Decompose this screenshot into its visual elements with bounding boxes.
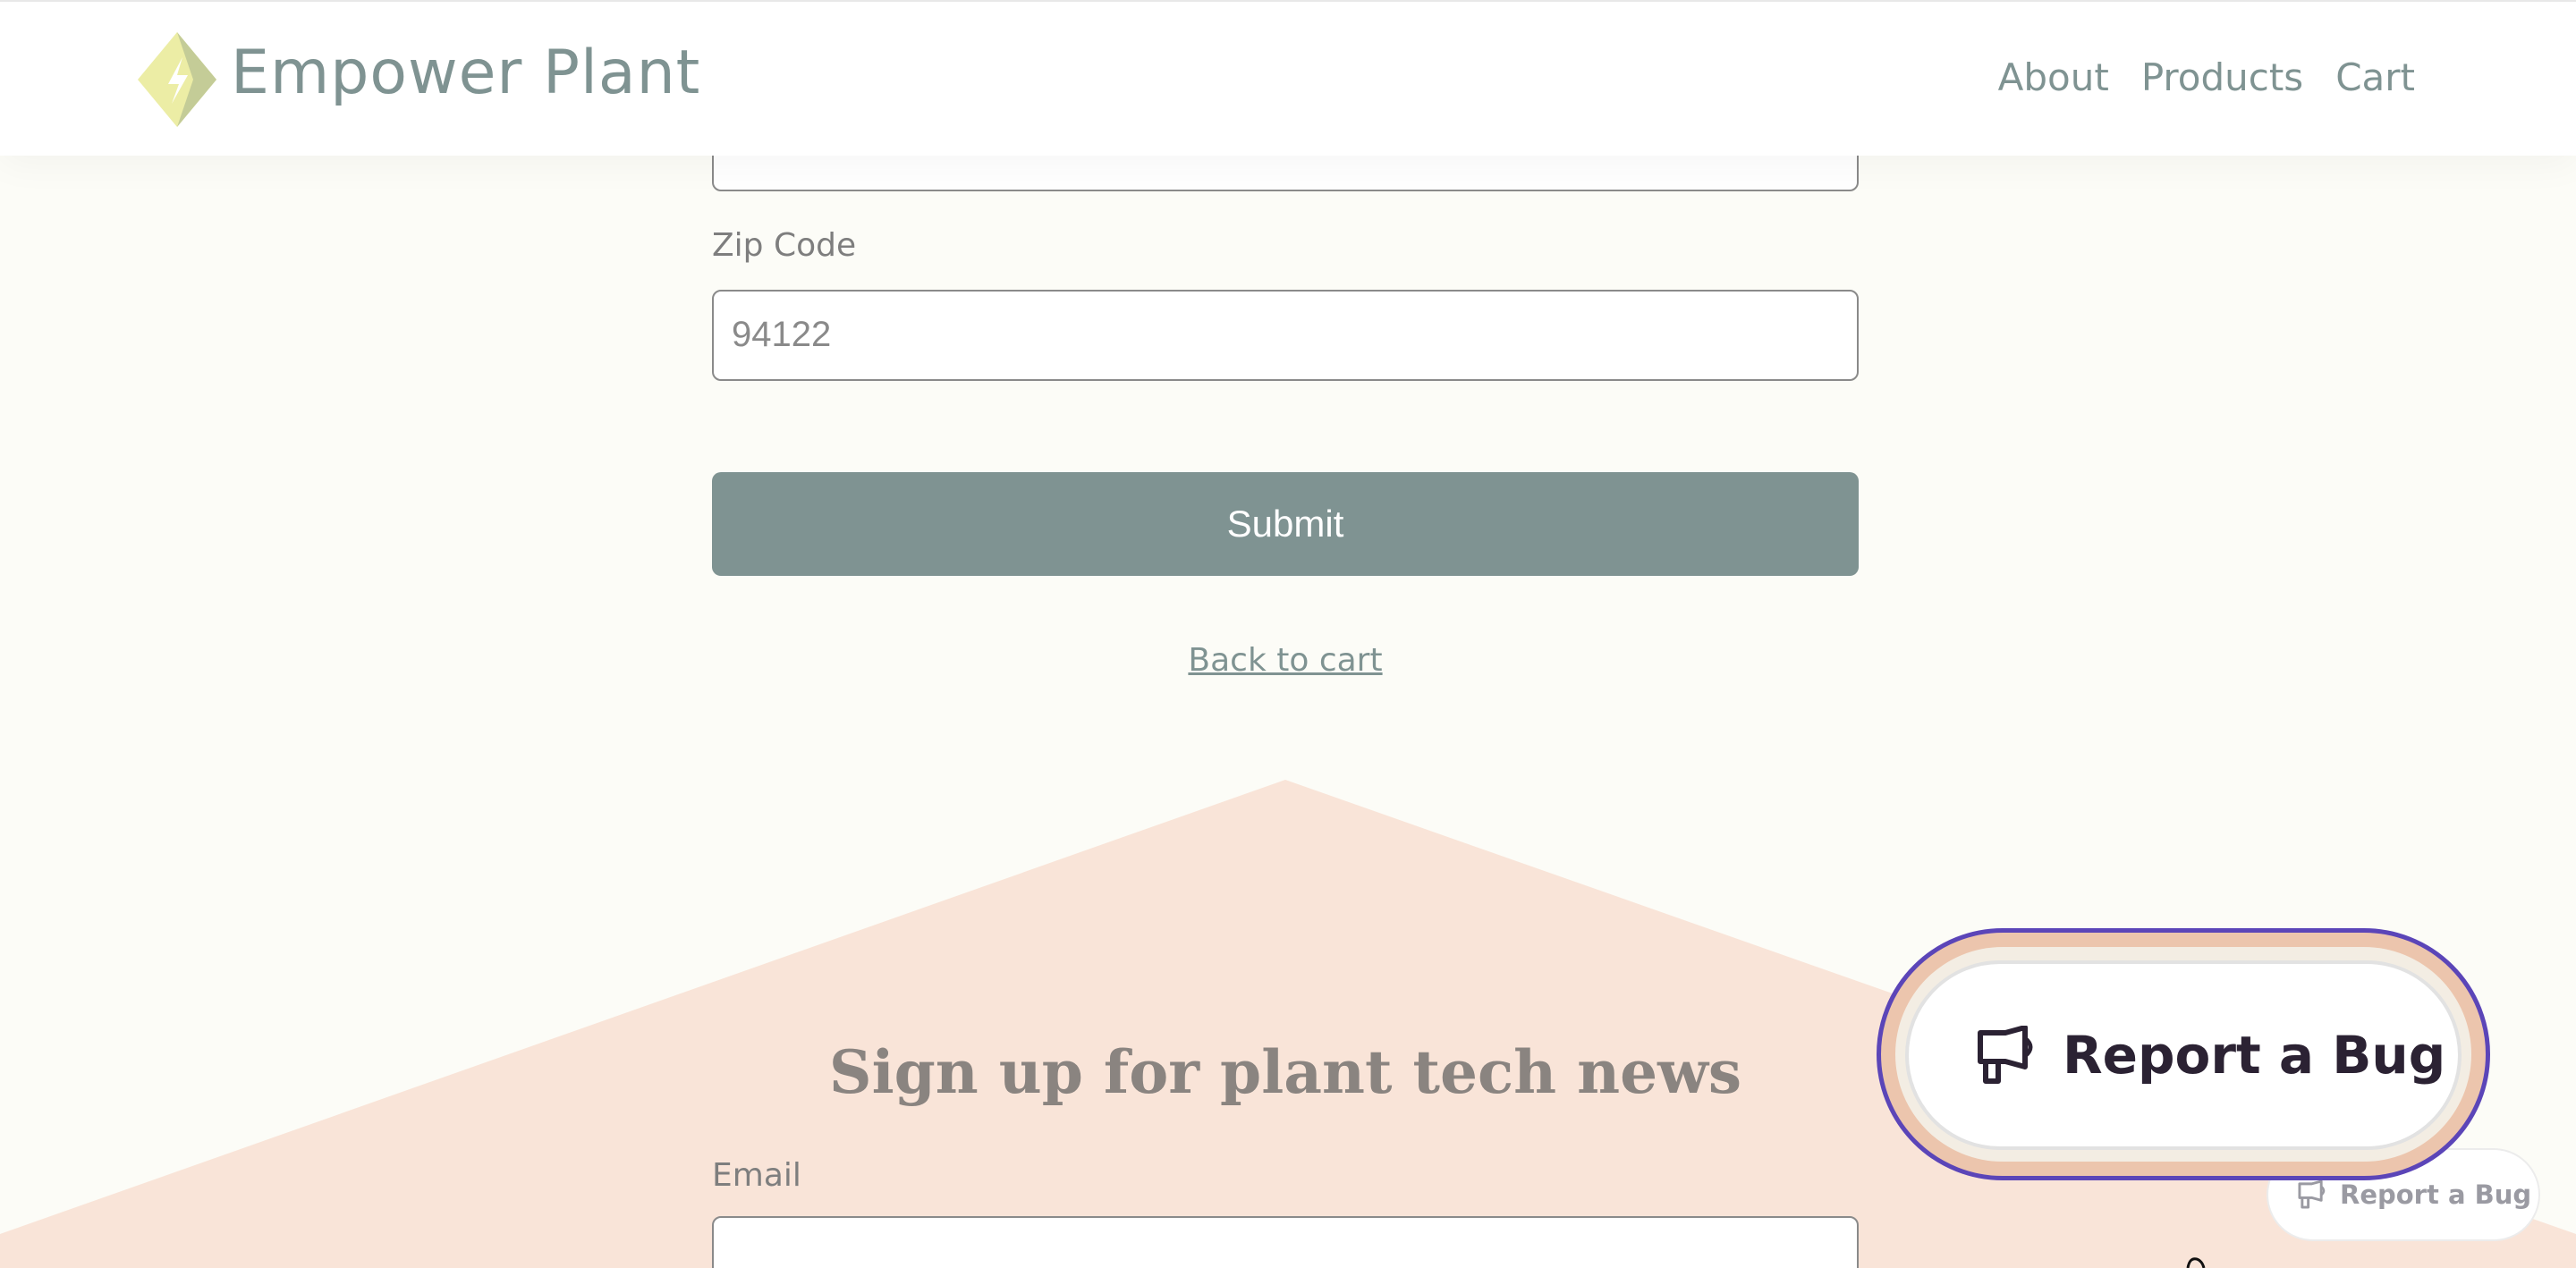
- submit-button[interactable]: Submit: [712, 472, 1859, 576]
- mouse-cursor-icon: [2186, 1257, 2206, 1268]
- megaphone-icon: [2298, 1180, 2326, 1209]
- site-header: Empower Plant About Products Cart: [0, 0, 2576, 156]
- main-nav: About Products Cart: [1998, 55, 2415, 99]
- back-to-cart-link[interactable]: Back to cart: [0, 642, 2571, 679]
- nav-about[interactable]: About: [1998, 55, 2109, 99]
- nav-cart[interactable]: Cart: [2335, 55, 2415, 99]
- email-input[interactable]: [712, 1216, 1859, 1268]
- nav-products[interactable]: Products: [2141, 55, 2303, 99]
- report-bug-small-label: Report a Bug: [2340, 1179, 2532, 1210]
- report-bug-button[interactable]: Report a Bug: [1905, 960, 2462, 1150]
- zip-code-input[interactable]: 94122: [712, 290, 1859, 381]
- report-bug-label: Report a Bug: [2063, 1025, 2446, 1086]
- megaphone-icon: [1978, 1026, 2033, 1084]
- zip-code-label: Zip Code: [712, 227, 857, 264]
- brand-name[interactable]: Empower Plant: [231, 38, 700, 108]
- logo-icon[interactable]: [138, 32, 216, 127]
- email-label: Email: [712, 1157, 801, 1194]
